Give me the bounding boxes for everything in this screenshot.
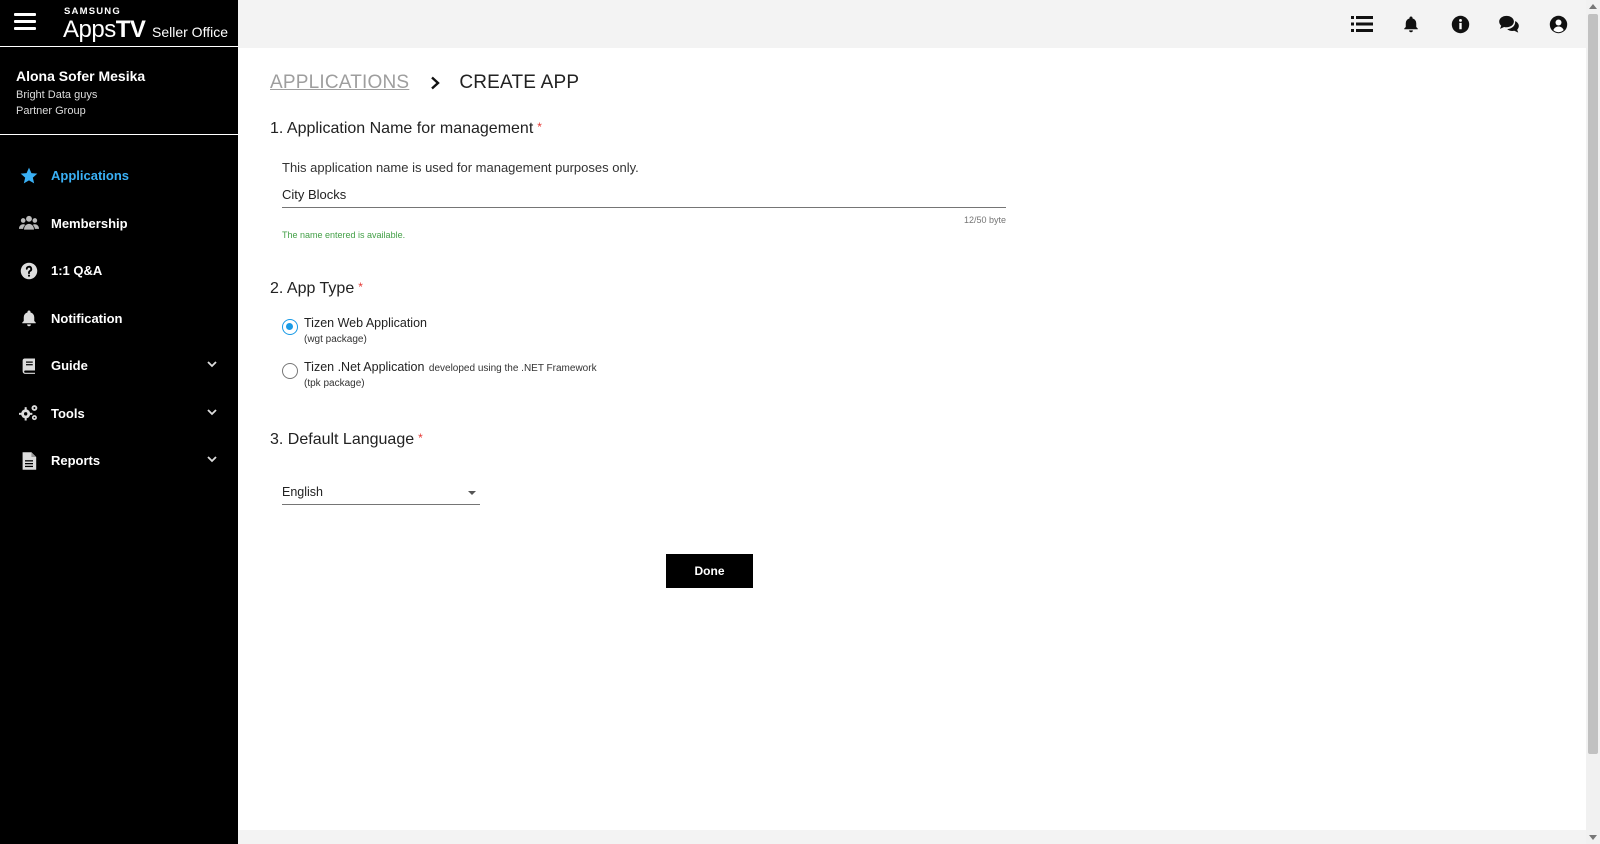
sidebar-item-label: Guide [51,358,88,374]
radio-button[interactable] [282,319,298,335]
divider [0,134,238,135]
scroll-down-icon[interactable] [1589,835,1597,840]
sidebar-item-label: Applications [51,168,130,184]
bell-icon[interactable] [1399,12,1423,36]
app-name-description: This application name is used for manage… [282,160,639,175]
sidebar-item-label: Reports [51,453,101,469]
document-icon [19,451,39,471]
chevron-right-icon [431,76,441,90]
user-partner: Partner Group [16,105,86,117]
bottom-strip [238,830,1586,844]
gears-icon [19,403,39,423]
sidebar-item-qna[interactable]: 1:1 Q&A [0,247,238,295]
radio-tizen-web[interactable]: Tizen Web Application (wgt package) [282,314,427,347]
sidebar-nav: Applications Membership 1:1 Q&A Notifica… [0,152,238,485]
sidebar-item-label: Notification [51,310,123,326]
default-language-select[interactable]: English [282,479,480,505]
byte-counter: 12/50 byte [963,215,1006,225]
scrollbar[interactable] [1586,0,1600,844]
section-default-language-title: 3. Default Language * [270,431,423,449]
scroll-thumb[interactable] [1588,14,1598,754]
breadcrumb: APPLICATIONS CREATE APP [270,72,579,94]
radio-label: Tizen Web Application [304,316,427,330]
scroll-up-icon[interactable] [1589,4,1597,9]
top-bar [238,0,1586,48]
select-value: English [282,485,323,499]
required-mark: * [537,120,542,134]
info-icon[interactable] [1448,12,1472,36]
sidebar-item-label: Tools [51,405,85,421]
radio-extra-label: developed using the .NET Framework [428,363,597,374]
brand-tv: TV [115,16,146,43]
book-icon [19,356,39,376]
sidebar-item-guide[interactable]: Guide [0,342,238,390]
page-title: CREATE APP [459,72,580,93]
radio-label: Tizen .Net Application [304,360,425,374]
question-icon [19,261,39,281]
brand-seller-office: Seller Office [152,24,228,40]
required-mark: * [418,431,423,445]
sidebar-item-membership[interactable]: Membership [0,200,238,248]
brand-logo[interactable]: AppsTV [63,16,146,44]
name-availability-message: The name entered is available. [282,230,406,240]
sidebar: SAMSUNG AppsTV Seller Office Alona Sofer… [0,0,238,844]
menu-icon[interactable] [14,13,36,31]
radio-tizen-net[interactable]: Tizen .Net Application developed using t… [282,358,597,391]
done-button[interactable]: Done [666,554,753,588]
bell-icon [19,308,39,328]
user-group: Bright Data guys [16,89,98,101]
sidebar-item-tools[interactable]: Tools [0,390,238,438]
section-app-type-title: 2. App Type * [270,280,363,298]
required-mark: * [358,280,363,294]
section-title-text: 2. App Type [270,280,355,297]
list-icon[interactable] [1350,12,1374,36]
radio-button[interactable] [282,363,298,379]
user-name: Alona Sofer Mesika [16,68,146,84]
chevron-down-icon[interactable] [206,406,218,418]
sidebar-item-label: 1:1 Q&A [51,263,103,279]
brand-apps: Apps [63,16,116,43]
user-info: Alona Sofer Mesika Bright Data guys Part… [16,68,145,117]
account-icon[interactable] [1546,12,1570,36]
sidebar-item-notification[interactable]: Notification [0,295,238,343]
brand-header: SAMSUNG AppsTV Seller Office [0,0,238,48]
divider [0,46,238,47]
section-title-text: 1. Application Name for management [270,120,534,137]
section-title-text: 3. Default Language [270,431,415,448]
radio-sublabel: (wgt package) [304,334,367,345]
sidebar-item-applications[interactable]: Applications [0,152,238,200]
sidebar-item-reports[interactable]: Reports [0,437,238,485]
radio-sublabel: (tpk package) [304,378,365,389]
chat-icon[interactable] [1497,12,1521,36]
chevron-down-icon[interactable] [206,453,218,465]
star-icon [19,166,39,186]
sidebar-item-label: Membership [51,215,128,231]
app-name-input[interactable] [282,182,1006,208]
chevron-down-icon[interactable] [206,358,218,370]
section-app-name-title: 1. Application Name for management * [270,120,542,138]
users-icon [19,213,39,233]
breadcrumb-applications-link[interactable]: APPLICATIONS [270,72,409,94]
dropdown-arrow-icon [468,491,476,495]
